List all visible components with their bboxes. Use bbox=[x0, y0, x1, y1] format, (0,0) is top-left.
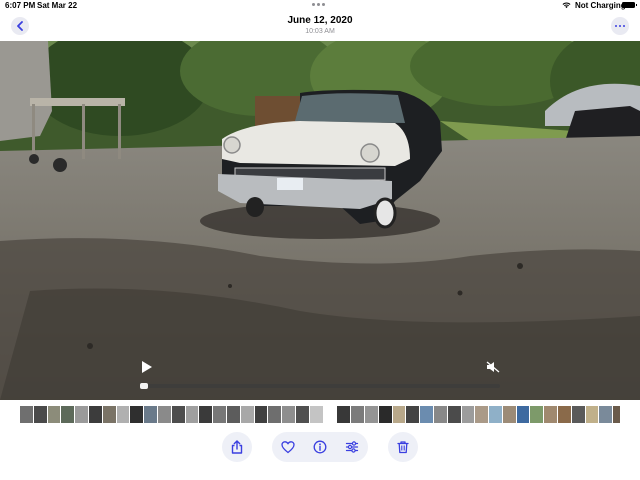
thumbnail[interactable] bbox=[309, 406, 323, 423]
thumbnail[interactable] bbox=[213, 406, 226, 423]
thumbnail[interactable] bbox=[558, 406, 571, 423]
thumbnail[interactable] bbox=[420, 406, 433, 423]
thumbnail[interactable] bbox=[364, 406, 378, 423]
thumbnail[interactable] bbox=[61, 406, 75, 423]
thumbnail[interactable] bbox=[599, 406, 613, 423]
thumbnail[interactable] bbox=[585, 406, 599, 423]
thumbnail[interactable] bbox=[282, 406, 295, 423]
thumbnail[interactable] bbox=[171, 406, 185, 423]
thumbnail[interactable] bbox=[613, 406, 620, 423]
thumbnail[interactable] bbox=[226, 406, 240, 423]
thumbnail[interactable] bbox=[571, 406, 585, 423]
thumbnail[interactable] bbox=[337, 406, 351, 423]
bottom-toolbar bbox=[0, 432, 640, 462]
more-button[interactable] bbox=[611, 17, 629, 35]
thumbnail-strip[interactable] bbox=[20, 406, 620, 423]
thumbnail[interactable] bbox=[75, 406, 88, 423]
multitasking-dots-icon[interactable] bbox=[312, 0, 328, 10]
info-button[interactable] bbox=[313, 440, 327, 454]
play-button[interactable] bbox=[141, 360, 153, 374]
thumbnail[interactable] bbox=[489, 406, 502, 423]
thumbnail[interactable] bbox=[185, 406, 199, 423]
charging-status: Not Charging bbox=[575, 1, 626, 10]
thumbnail[interactable] bbox=[47, 406, 61, 423]
battery-icon bbox=[622, 2, 637, 8]
chevron-left-icon bbox=[17, 21, 23, 31]
thumbnail[interactable] bbox=[20, 406, 33, 423]
thumbnail[interactable] bbox=[88, 406, 102, 423]
thumbnail[interactable] bbox=[433, 406, 447, 423]
thumbnail[interactable] bbox=[144, 406, 157, 423]
wifi-icon bbox=[562, 2, 571, 9]
thumbnail[interactable] bbox=[33, 406, 47, 423]
thumbnail[interactable] bbox=[116, 406, 130, 423]
page-title: June 12, 2020 bbox=[287, 15, 353, 26]
thumbnail[interactable] bbox=[102, 406, 116, 423]
adjust-button[interactable] bbox=[345, 440, 359, 454]
thumbnail[interactable] bbox=[157, 406, 171, 423]
nav-header: June 12, 2020 10:03 AM bbox=[0, 12, 640, 41]
edit-actions-group bbox=[272, 432, 368, 462]
thumbnail[interactable] bbox=[392, 406, 406, 423]
thumbnail[interactable] bbox=[378, 406, 392, 423]
thumbnail[interactable] bbox=[295, 406, 309, 423]
status-time: 6:07 PM bbox=[5, 1, 36, 10]
thumbnail[interactable] bbox=[199, 406, 213, 423]
thumbnail[interactable] bbox=[351, 406, 364, 423]
favorite-button[interactable] bbox=[281, 440, 295, 454]
thumbnail[interactable] bbox=[130, 406, 144, 423]
photos-viewer: 6:07 PM Sat Mar 22 Not Charging June 12,… bbox=[0, 0, 640, 480]
thumbnail[interactable] bbox=[544, 406, 558, 423]
thumbnail[interactable] bbox=[475, 406, 489, 423]
thumbnail[interactable] bbox=[268, 406, 282, 423]
share-icon bbox=[231, 440, 243, 454]
page-subtitle: 10:03 AM bbox=[305, 28, 335, 35]
mute-button[interactable] bbox=[486, 361, 500, 373]
thumbnail[interactable] bbox=[516, 406, 530, 423]
video-scrubber[interactable] bbox=[140, 383, 500, 389]
back-button[interactable] bbox=[11, 17, 29, 35]
thumbnail[interactable] bbox=[254, 406, 268, 423]
title-block: June 12, 2020 10:03 AM bbox=[220, 15, 420, 36]
ellipsis-icon bbox=[615, 25, 617, 27]
thumbnail[interactable] bbox=[461, 406, 475, 423]
video-frame-image bbox=[0, 41, 640, 400]
thumbnail[interactable] bbox=[406, 406, 420, 423]
video-frame[interactable] bbox=[0, 41, 640, 400]
share-button[interactable] bbox=[222, 432, 252, 462]
trash-icon bbox=[397, 441, 409, 454]
thumbnail[interactable] bbox=[240, 406, 254, 423]
status-date: Sat Mar 22 bbox=[37, 1, 78, 10]
status-bar: 6:07 PM Sat Mar 22 Not Charging bbox=[0, 0, 640, 12]
thumbnail[interactable] bbox=[502, 406, 516, 423]
scrubber-handle[interactable] bbox=[140, 383, 148, 389]
thumbnail[interactable] bbox=[447, 406, 461, 423]
thumbnail[interactable] bbox=[530, 406, 544, 423]
delete-button[interactable] bbox=[388, 432, 418, 462]
thumbnail[interactable] bbox=[323, 406, 337, 423]
